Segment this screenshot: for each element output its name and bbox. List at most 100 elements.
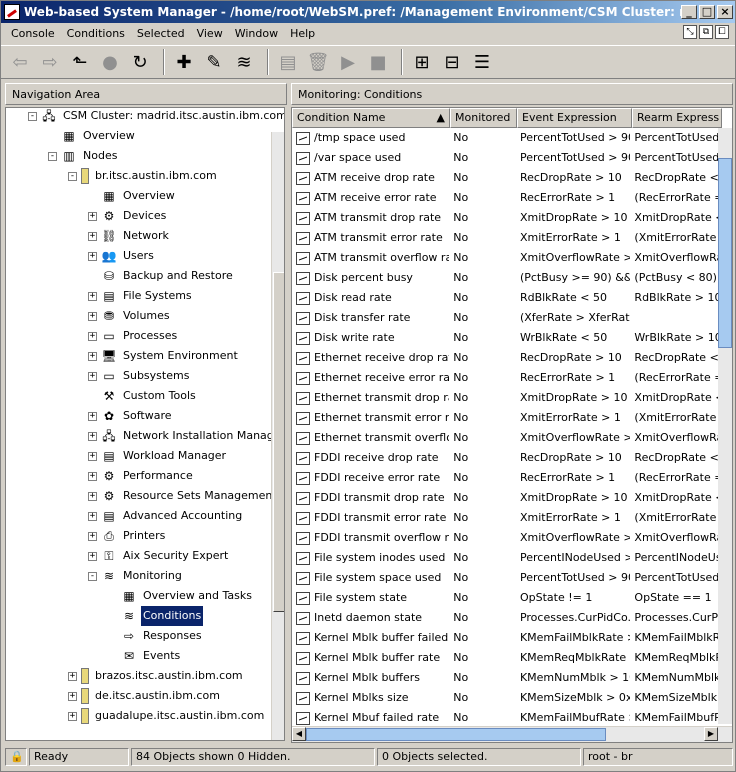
tree-item[interactable]: + ⎙ Printers: [88, 526, 167, 546]
table-row[interactable]: Kernel Mblk buffers No KMemNumMblk > 10000…: [292, 668, 720, 688]
tree-item[interactable]: + guadalupe.itsc.austin.ibm.com: [68, 706, 266, 726]
menu-help[interactable]: Help: [284, 27, 321, 40]
table-horizontal-scrollbar[interactable]: ◀ ▶: [292, 726, 732, 742]
stop-monitor-icon[interactable]: ■: [365, 49, 391, 75]
tree-item[interactable]: - ≋ Monitoring: [88, 566, 184, 586]
tree-item[interactable]: + ✿ Software: [88, 406, 174, 426]
table-horizontal-scrollbar-thumb[interactable]: [306, 728, 606, 741]
table-row[interactable]: File system state No OpState != 1 OpState =…: [292, 588, 720, 608]
table-row[interactable]: Disk write rate No WrBlkRate < 50 WrBlkRate…: [292, 328, 720, 348]
table-row[interactable]: FDDI receive drop rate No RecDropRate > 10…: [292, 448, 720, 468]
tree-item[interactable]: + ▤ File Systems: [88, 286, 194, 306]
column-header-condition-name[interactable]: Condition Name ▲: [292, 108, 450, 128]
table-row[interactable]: /tmp space used No PercentTotUsed > 90 Perc…: [292, 128, 720, 148]
expand-icon[interactable]: +: [68, 691, 77, 701]
tree-item[interactable]: - br.itsc.austin.ibm.com: [68, 166, 219, 186]
copy-icon[interactable]: ▤: [275, 49, 301, 75]
column-header-event-expression[interactable]: Event Expression: [517, 108, 632, 128]
delete-icon[interactable]: 🗑: [305, 49, 331, 75]
table-row[interactable]: Ethernet transmit overflow ... No XmitOver…: [292, 428, 720, 448]
tree-item[interactable]: + brazos.itsc.austin.ibm.com: [68, 666, 245, 686]
expand-icon[interactable]: +: [88, 251, 97, 261]
tree-item[interactable]: ▦ Overview and Tasks: [108, 586, 254, 606]
table-row[interactable]: Disk percent busy No (PctBusy >= 90) && (.…: [292, 268, 720, 288]
tree-item[interactable]: ✉ Events: [108, 646, 182, 666]
tree-item[interactable]: + 🖥 System Environment: [88, 346, 240, 366]
column-header-rearm-expression[interactable]: Rearm Express: [632, 108, 722, 128]
expand-icon[interactable]: +: [88, 311, 97, 321]
tree-item[interactable]: + ⛃ Volumes: [88, 306, 172, 326]
tree-item[interactable]: + 🖧 Network Installation Manager: [88, 426, 284, 446]
tree-item[interactable]: - ▥ Nodes: [48, 146, 119, 166]
refresh-icon[interactable]: ↻: [127, 49, 153, 75]
table-row[interactable]: Ethernet receive error rate No RecErrorRat…: [292, 368, 720, 388]
monitor-icon[interactable]: ≋: [231, 49, 257, 75]
table-row[interactable]: File system space used No PercentTotUsed >…: [292, 568, 720, 588]
table-row[interactable]: FDDI transmit error rate No XmitErrorRate …: [292, 508, 720, 528]
table-row[interactable]: Kernel Mblks size No KMemSizeMblk > 0x4...…: [292, 688, 720, 708]
expand-icon[interactable]: +: [88, 331, 97, 341]
table-vertical-scrollbar-thumb[interactable]: [718, 158, 732, 348]
details-view-icon[interactable]: ☰: [469, 49, 495, 75]
tree-item[interactable]: ≋ Conditions: [108, 606, 204, 626]
expand-icon[interactable]: +: [88, 371, 97, 381]
menu-console[interactable]: Console: [5, 27, 61, 40]
expand-icon[interactable]: +: [68, 671, 77, 681]
table-row[interactable]: Inetd daemon state No Processes.CurPidCo..…: [292, 608, 720, 628]
tree-scrollbar[interactable]: [271, 132, 284, 740]
new-condition-icon[interactable]: ✚: [171, 49, 197, 75]
large-icons-view-icon[interactable]: ⊞: [409, 49, 435, 75]
tree-item[interactable]: + ▤ Workload Manager: [88, 446, 228, 466]
table-row[interactable]: ATM transmit overflow rate No XmitOverflow…: [292, 248, 720, 268]
tree-item[interactable]: + ▤ Advanced Accounting: [88, 506, 244, 526]
maximize-button[interactable]: □: [699, 5, 715, 19]
start-icon[interactable]: ▶: [335, 49, 361, 75]
tree-item[interactable]: - 🖧 CSM Cluster: madrid.itsc.austin.ibm.co…: [28, 108, 284, 126]
table-row[interactable]: Ethernet receive drop rate No RecDropRate …: [292, 348, 720, 368]
tree-item[interactable]: + ⚙ Performance: [88, 466, 195, 486]
table-row[interactable]: Kernel Mblk buffer rate No KMemReqMblkRate…: [292, 648, 720, 668]
table-row[interactable]: /var space used No PercentTotUsed > 90 Perc…: [292, 148, 720, 168]
tree-item[interactable]: ⚒ Custom Tools: [88, 386, 198, 406]
menu-window[interactable]: Window: [229, 27, 284, 40]
expand-icon[interactable]: +: [88, 211, 97, 221]
table-row[interactable]: ATM transmit error rate No XmitErrorRate >…: [292, 228, 720, 248]
expand-icon[interactable]: +: [88, 531, 97, 541]
expand-icon[interactable]: +: [88, 451, 97, 461]
tree-item[interactable]: + ⚙ Resource Sets Management: [88, 486, 279, 506]
expand-icon[interactable]: +: [88, 231, 97, 241]
collapse-icon[interactable]: -: [68, 171, 77, 181]
forward-icon[interactable]: ⇨: [37, 49, 63, 75]
tree-item[interactable]: + ⚙ Devices: [88, 206, 168, 226]
minimize-button[interactable]: _: [681, 5, 697, 19]
expand-icon[interactable]: +: [88, 491, 97, 501]
collapse-icon[interactable]: -: [48, 151, 57, 161]
restore-panel-icon[interactable]: ⤡: [683, 25, 697, 39]
table-row[interactable]: Ethernet transmit drop rate No XmitDropRat…: [292, 388, 720, 408]
expand-icon[interactable]: +: [88, 471, 97, 481]
tree-item[interactable]: + ⚿ Aix Security Expert: [88, 546, 230, 566]
tree-scrollbar-thumb[interactable]: [273, 272, 284, 612]
table-vertical-scrollbar[interactable]: [718, 128, 732, 724]
back-icon[interactable]: ⇦: [7, 49, 33, 75]
tree-item[interactable]: + de.itsc.austin.ibm.com: [68, 686, 222, 706]
tree-item[interactable]: ▦ Overview: [48, 126, 137, 146]
tree-item[interactable]: + ▭ Subsystems: [88, 366, 191, 386]
tree-item[interactable]: ⛁ Backup and Restore: [88, 266, 235, 286]
table-row[interactable]: Ethernet transmit error rateNo XmitErrorR…: [292, 408, 720, 428]
expand-icon[interactable]: +: [88, 551, 97, 561]
cascade-panel-icon[interactable]: ⧠: [715, 25, 729, 39]
tile-panel-icon[interactable]: ⧉: [699, 25, 713, 39]
table-row[interactable]: ATM receive error rate No RecErrorRate > 1…: [292, 188, 720, 208]
expand-icon[interactable]: +: [68, 711, 77, 721]
stop-icon[interactable]: ●: [97, 49, 123, 75]
menu-conditions[interactable]: Conditions: [61, 27, 131, 40]
scroll-left-icon[interactable]: ◀: [292, 727, 306, 741]
expand-icon[interactable]: +: [88, 411, 97, 421]
table-row[interactable]: File system inodes used No PercentINodeUse…: [292, 548, 720, 568]
small-icons-view-icon[interactable]: ⊟: [439, 49, 465, 75]
table-row[interactable]: Kernel Mbuf failed rate No KMemFailMbufRat…: [292, 708, 720, 728]
table-row[interactable]: Disk read rate No RdBlkRate < 50 RdBlkRate …: [292, 288, 720, 308]
tree-item[interactable]: + ⛓ Network: [88, 226, 171, 246]
menu-selected[interactable]: Selected: [131, 27, 191, 40]
